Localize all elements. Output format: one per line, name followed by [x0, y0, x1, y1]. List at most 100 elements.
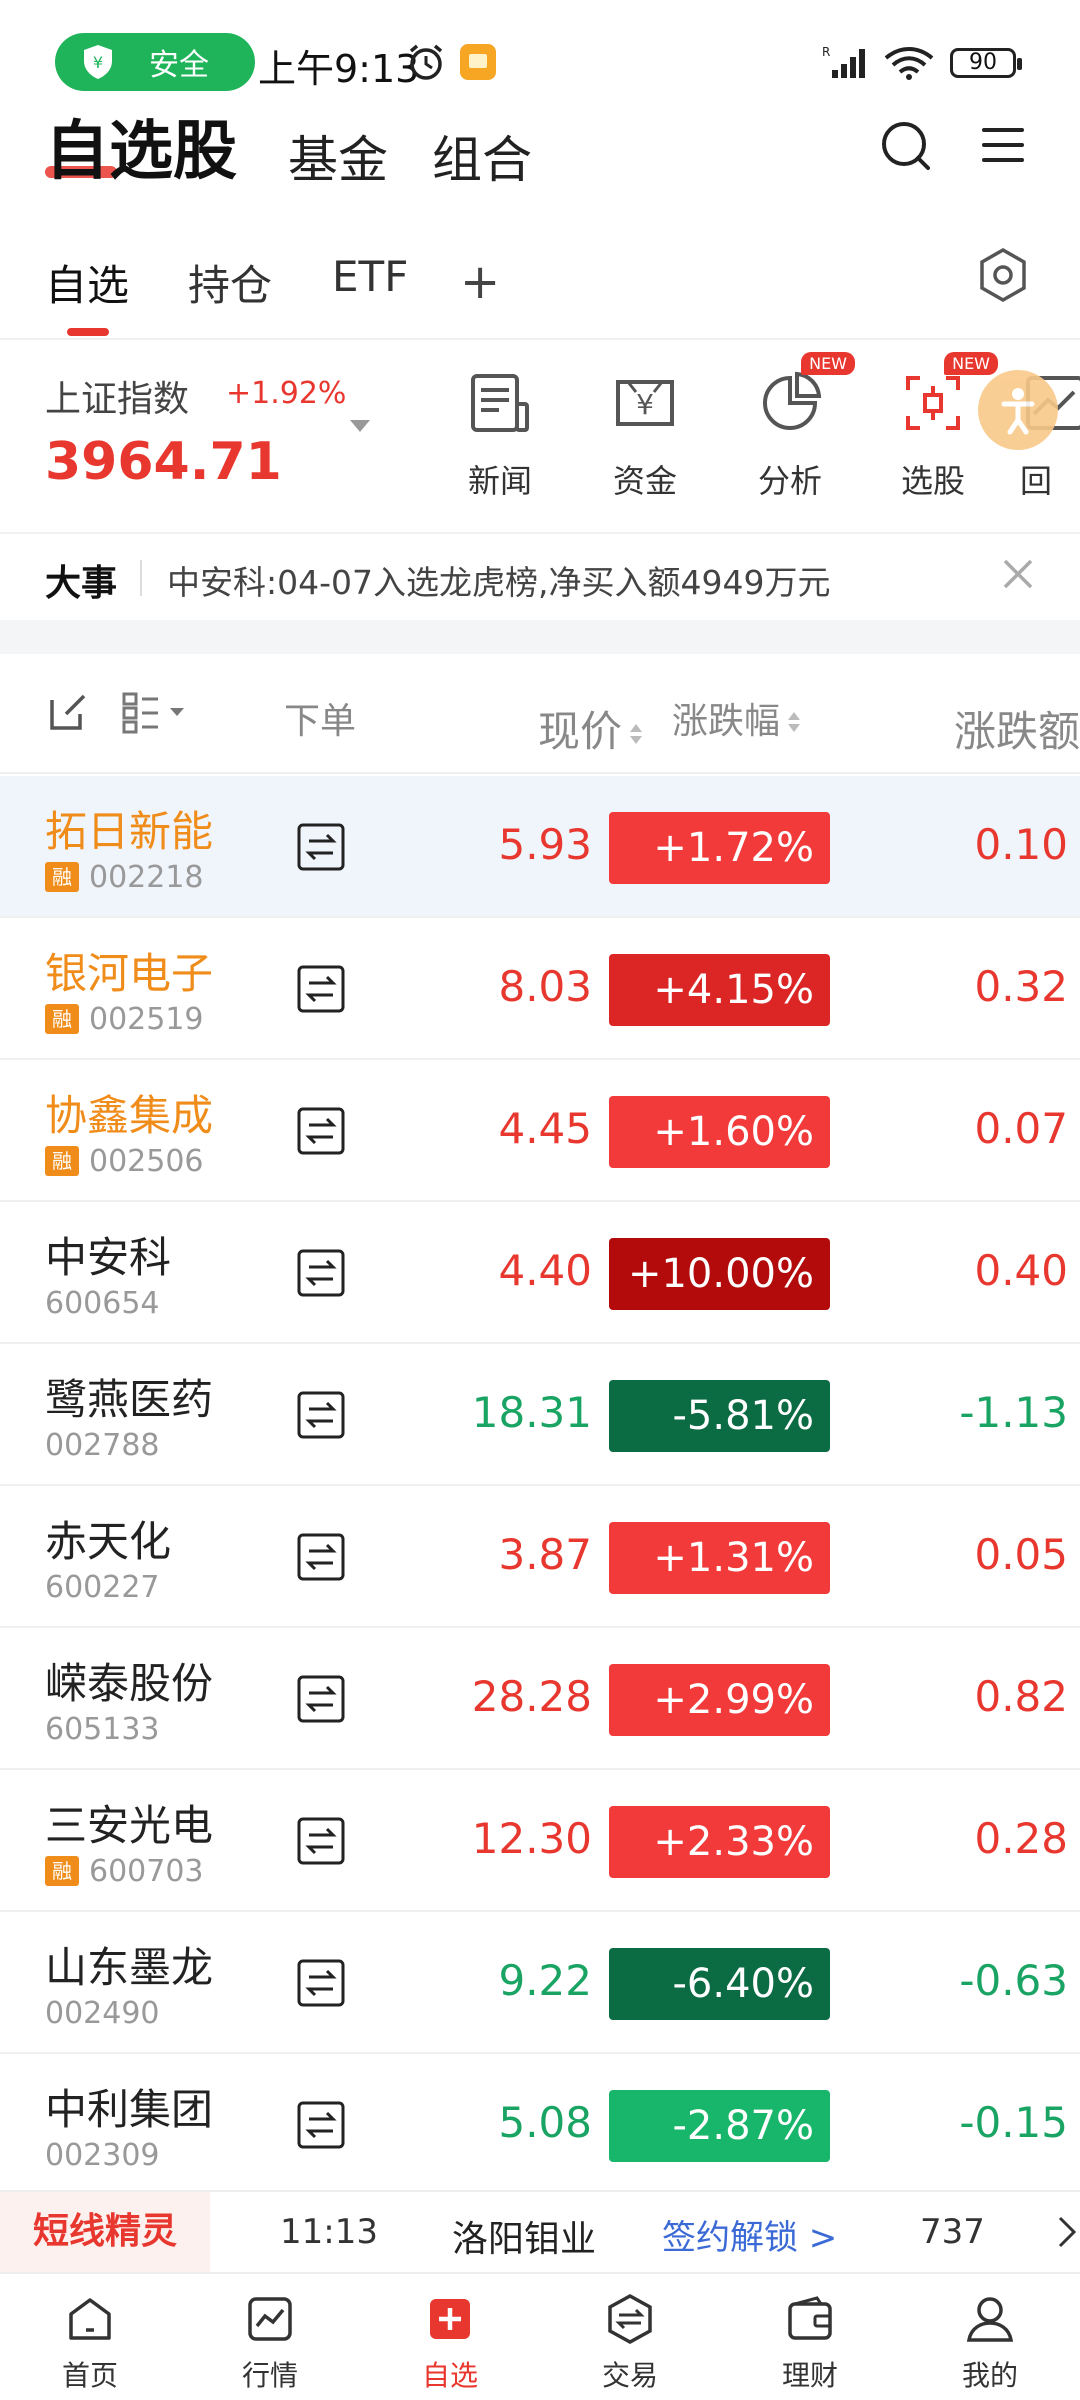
section-gap — [0, 620, 1080, 654]
nav-trade[interactable]: 交易 — [540, 2274, 720, 2400]
change-pct-box[interactable]: +4.15% — [609, 954, 830, 1026]
tab-watchlist-stocks[interactable]: 自选股 — [45, 100, 237, 192]
money-icon: ¥ — [616, 380, 674, 426]
stock-change-amount: -0.15 — [959, 2098, 1068, 2147]
stock-row[interactable]: 山东墨龙 002490 9.22 -6.40% -0.63 — [0, 1912, 1080, 2054]
stock-name: 山东墨龙 — [45, 1943, 214, 1992]
watchlist-icon — [430, 2299, 470, 2339]
quick-trade-icon[interactable] — [297, 1391, 345, 1439]
ticker-stock[interactable]: 洛阳钼业 — [452, 2210, 596, 2262]
col-change-pct[interactable]: 涨跌幅 — [672, 692, 801, 744]
notification-icon — [460, 44, 496, 80]
quick-trade-icon[interactable] — [297, 823, 345, 871]
stock-row[interactable]: 赤天化 600227 3.87 +1.31% 0.05 — [0, 1486, 1080, 1628]
stock-change-amount: 0.05 — [974, 1530, 1068, 1579]
menu-icon[interactable] — [980, 122, 1026, 168]
stock-code-wrap: 融 002506 — [45, 1144, 204, 1179]
nav-wealth[interactable]: 理财 — [720, 2274, 900, 2400]
stock-code: 002218 — [89, 859, 204, 895]
stock-price: 3.87 — [498, 1530, 592, 1579]
stock-code-wrap: 融 002218 — [45, 859, 204, 895]
quick-trade-icon[interactable] — [297, 2101, 345, 2149]
change-pct-box[interactable]: -5.81% — [609, 1380, 830, 1452]
index-strip: 上证指数 +1.92% 3964.71 新闻 ¥ 资金 NEW 分析 NEW 选… — [0, 340, 1080, 520]
change-pct-box[interactable]: +10.00% — [609, 1238, 830, 1310]
settings-hex-icon[interactable] — [976, 246, 1030, 304]
stock-row[interactable]: 拓日新能 融 002218 5.93 +1.72% 0.10 — [0, 776, 1080, 918]
wallet-icon — [788, 2296, 832, 2340]
change-pct-box[interactable]: +1.60% — [609, 1096, 830, 1168]
stock-price: 18.31 — [471, 1388, 592, 1437]
top-header: 自选股 基金 组合 — [0, 100, 1080, 200]
stock-price: 5.93 — [498, 820, 592, 869]
index-dropdown-icon[interactable] — [350, 420, 370, 432]
close-icon[interactable] — [1000, 556, 1036, 592]
quick-trade-icon[interactable] — [297, 1959, 345, 2007]
subtab-etf[interactable]: ETF — [332, 252, 408, 301]
ticker-brand[interactable]: 短线精灵 — [0, 2192, 210, 2272]
stock-row[interactable]: 嵘泰股份 605133 28.28 +2.99% 0.82 — [0, 1628, 1080, 1770]
margin-badge: 融 — [45, 1004, 79, 1034]
news-bar[interactable]: 大事 中安科:04-07入选龙虎榜,净买入额4949万元 — [0, 532, 1080, 620]
quick-stock-pick-label: 选股 — [900, 462, 965, 500]
layout-switch-icon[interactable] — [122, 692, 192, 734]
nav-profile[interactable]: 我的 — [900, 2274, 1080, 2400]
change-pct-box[interactable]: +1.31% — [609, 1522, 830, 1594]
stock-row[interactable]: 银河电子 融 002519 8.03 +4.15% 0.32 — [0, 918, 1080, 1060]
home-icon — [69, 2298, 111, 2340]
search-icon[interactable] — [878, 118, 934, 174]
stock-row[interactable]: 中安科 600654 4.40 +10.00% 0.40 — [0, 1202, 1080, 1344]
ticker-bar[interactable]: 短线精灵 11:13 洛阳钼业 签约解锁 > 737 — [0, 2190, 1080, 2272]
stock-name: 协鑫集成 — [45, 1091, 214, 1140]
stock-change-amount: -0.63 — [959, 1956, 1068, 2005]
quick-trade-icon[interactable] — [297, 1817, 345, 1865]
change-pct-box[interactable]: +2.99% — [609, 1664, 830, 1736]
quick-funds[interactable]: ¥ 资金 — [590, 368, 700, 502]
nav-market[interactable]: 行情 — [180, 2274, 360, 2400]
change-pct-box[interactable]: -2.87% — [609, 2090, 830, 2162]
stock-name: 中利集团 — [45, 2085, 214, 2134]
tab-portfolio[interactable]: 组合 — [432, 120, 532, 192]
stock-row[interactable]: 协鑫集成 融 002506 4.45 +1.60% 0.07 — [0, 1060, 1080, 1202]
quick-trade-icon[interactable] — [297, 1107, 345, 1155]
quick-funds-label: 资金 — [612, 462, 677, 500]
stock-row[interactable]: 中利集团 002309 5.08 -2.87% -0.15 — [0, 2054, 1080, 2196]
stock-code-wrap: 融 600703 — [45, 1854, 204, 1889]
quick-trade-icon[interactable] — [297, 965, 345, 1013]
margin-badge: 融 — [45, 862, 79, 892]
nav-home[interactable]: 首页 — [0, 2274, 180, 2400]
change-pct-box[interactable]: +2.33% — [609, 1806, 830, 1878]
subtab-holdings[interactable]: 持仓 — [188, 252, 272, 313]
change-pct-box[interactable]: +1.72% — [609, 812, 830, 884]
col-change-amt[interactable]: 涨跌额 — [912, 698, 1080, 759]
tab-funds[interactable]: 基金 — [288, 120, 388, 192]
stock-code-wrap: 融 002519 — [45, 1002, 204, 1037]
quick-trade-icon[interactable] — [297, 1533, 345, 1581]
nav-watchlist[interactable]: 自选 — [360, 2274, 540, 2400]
table-header: 下单 现价 涨跌幅 涨跌额 — [0, 654, 1080, 774]
news-headline[interactable]: 中安科:04-07入选龙虎榜,净买入额4949万元 — [167, 556, 830, 604]
index-name[interactable]: 上证指数 — [45, 370, 189, 422]
edit-icon[interactable] — [48, 692, 88, 732]
quick-trade-icon[interactable] — [297, 1249, 345, 1297]
chevron-right-icon[interactable] — [1056, 2214, 1080, 2250]
index-value[interactable]: 3964.71 — [45, 432, 282, 492]
quick-news[interactable]: 新闻 — [445, 368, 555, 502]
stock-row[interactable]: 鹭燕医药 002788 18.31 -5.81% -1.13 — [0, 1344, 1080, 1486]
add-group-icon[interactable]: + — [460, 254, 500, 310]
stock-change-amount: 0.10 — [974, 820, 1068, 869]
stock-change-amount: 0.32 — [974, 962, 1068, 1011]
stock-name: 三安光电 — [45, 1801, 214, 1850]
stock-code-wrap: 605133 — [45, 1712, 160, 1747]
stock-price: 5.08 — [498, 2098, 592, 2147]
quick-analysis[interactable]: NEW 分析 — [735, 352, 855, 502]
stock-row[interactable]: 三安光电 融 600703 12.30 +2.33% 0.28 — [0, 1770, 1080, 1912]
ticker-unlock-link[interactable]: 签约解锁 > — [662, 2210, 837, 2259]
subtab-watchlist[interactable]: 自选 — [45, 252, 129, 313]
quick-stock-pick[interactable]: NEW 选股 — [878, 352, 998, 502]
change-pct-box[interactable]: -6.40% — [609, 1948, 830, 2020]
accessibility-float-button[interactable] — [978, 370, 1058, 450]
col-price[interactable]: 现价 — [490, 698, 642, 759]
safe-badge[interactable]: ¥ 安全 — [55, 33, 255, 91]
quick-trade-icon[interactable] — [297, 1675, 345, 1723]
